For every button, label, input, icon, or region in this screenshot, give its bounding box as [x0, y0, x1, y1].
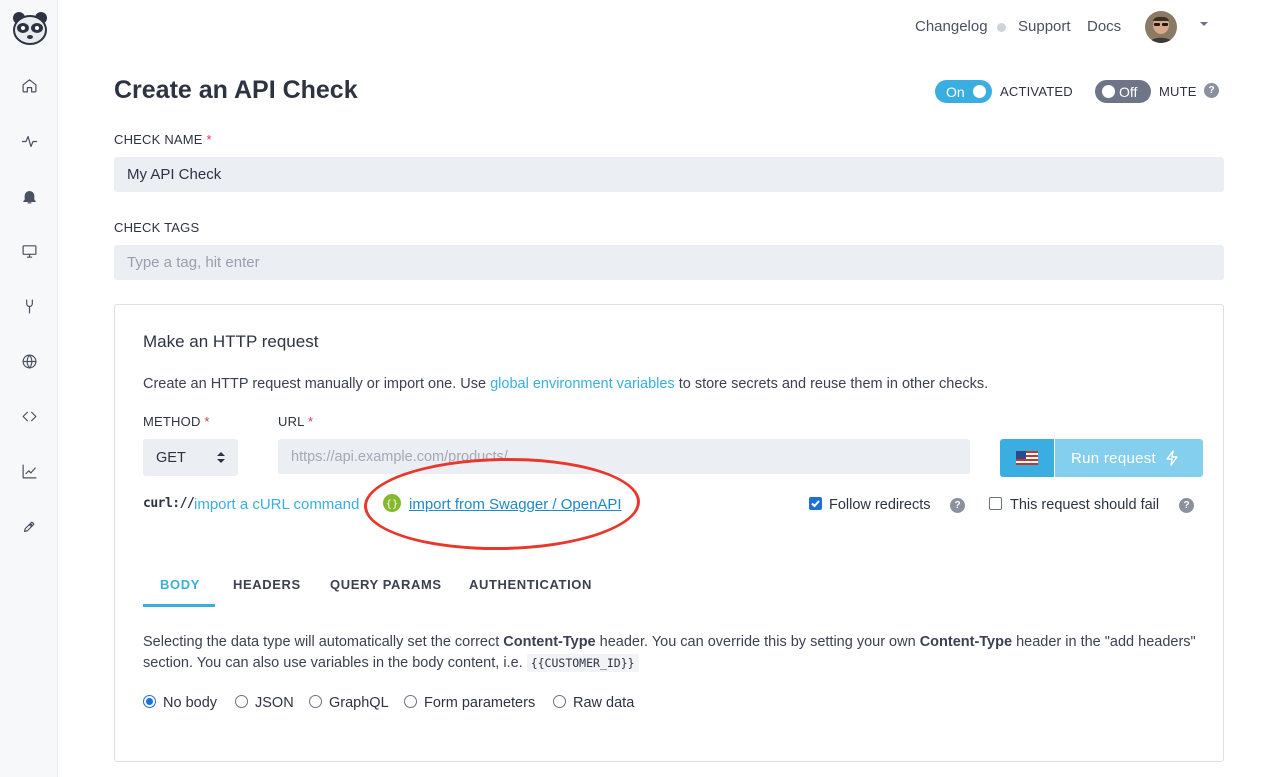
wrench-icon[interactable] — [18, 295, 40, 317]
changelog-status-dot — [997, 23, 1006, 32]
global-env-vars-link[interactable]: global environment variables — [490, 376, 675, 392]
support-link[interactable]: Support — [1018, 18, 1071, 35]
region-selector-button[interactable] — [1000, 439, 1054, 477]
lightning-icon — [1166, 450, 1178, 466]
help-icon[interactable]: ? — [1204, 83, 1219, 98]
toggle-knob — [1102, 85, 1115, 98]
should-fail-label: This request should fail — [1010, 497, 1160, 513]
globe-icon[interactable] — [18, 350, 40, 372]
follow-redirects-label: Follow redirects — [829, 497, 931, 513]
method-select[interactable]: GET — [143, 439, 238, 476]
account-dropdown-caret-icon[interactable] — [1200, 22, 1208, 26]
avatar[interactable] — [1145, 11, 1177, 43]
http-request-panel — [114, 304, 1224, 762]
body-description: Selecting the data type will automatical… — [143, 634, 1196, 672]
activated-toggle-label: On — [946, 83, 965, 100]
radio-graphql[interactable] — [309, 695, 322, 708]
select-arrows-icon — [217, 452, 225, 463]
variable-example-code: {{CUSTOMER_ID}} — [526, 654, 639, 672]
active-tab-indicator — [143, 604, 215, 607]
check-tags-input[interactable] — [114, 245, 1224, 280]
check-name-input[interactable] — [114, 157, 1224, 192]
curl-logo-icon: curl:// — [143, 496, 195, 511]
radio-no-body-label: No body — [163, 695, 218, 711]
panel-title: Make an HTTP request — [143, 332, 319, 351]
help-icon[interactable]: ? — [950, 498, 965, 513]
changelog-link[interactable]: Changelog — [915, 18, 988, 35]
tab-body[interactable]: BODY — [160, 577, 200, 592]
should-fail-checkbox[interactable] — [989, 497, 1002, 510]
sidebar — [0, 0, 58, 777]
activated-toggle[interactable]: On — [935, 80, 992, 103]
activity-icon[interactable] — [18, 130, 40, 152]
radio-json[interactable] — [235, 695, 248, 708]
help-icon[interactable]: ? — [1179, 498, 1194, 513]
chart-icon[interactable] — [18, 460, 40, 482]
activated-label: ACTIVATED — [1000, 84, 1073, 99]
method-value: GET — [156, 449, 186, 466]
toggle-knob — [973, 85, 986, 98]
tab-query-params[interactable]: QUERY PARAMS — [330, 577, 442, 592]
run-request-button[interactable]: Run request — [1055, 439, 1203, 477]
home-icon[interactable] — [18, 74, 40, 96]
import-curl-link[interactable]: import a cURL command — [194, 496, 359, 513]
run-request-label: Run request — [1071, 449, 1157, 467]
rocket-icon[interactable] — [18, 515, 40, 537]
mute-label: MUTE — [1159, 84, 1197, 99]
docs-link[interactable]: Docs — [1087, 18, 1121, 35]
method-label: METHOD * — [143, 414, 210, 429]
raccoon-logo-icon[interactable] — [11, 10, 49, 46]
radio-raw-data-label: Raw data — [573, 695, 635, 711]
url-label: URL * — [278, 414, 314, 429]
mute-toggle[interactable]: Off — [1095, 80, 1151, 103]
code-icon[interactable] — [18, 405, 40, 427]
follow-redirects-checkbox[interactable] — [809, 497, 822, 510]
tab-headers[interactable]: HEADERS — [233, 577, 301, 592]
check-name-label: CHECK NAME * — [114, 132, 212, 147]
page-title: Create an API Check — [114, 76, 358, 104]
radio-graphql-label: GraphQL — [329, 695, 389, 711]
mute-toggle-label: Off — [1119, 83, 1138, 100]
radio-form-parameters[interactable] — [404, 695, 417, 708]
us-flag-icon — [1016, 451, 1038, 465]
radio-form-parameters-label: Form parameters — [424, 695, 536, 711]
url-input[interactable] — [278, 439, 970, 474]
radio-json-label: JSON — [255, 695, 294, 711]
radio-raw-data[interactable] — [553, 695, 566, 708]
bell-icon[interactable] — [18, 185, 40, 207]
monitor-icon[interactable] — [18, 240, 40, 262]
radio-no-body[interactable] — [143, 695, 156, 708]
panel-description: Create an HTTP request manually or impor… — [143, 376, 989, 392]
tab-authentication[interactable]: AUTHENTICATION — [469, 577, 592, 592]
check-tags-label: CHECK TAGS — [114, 220, 200, 235]
